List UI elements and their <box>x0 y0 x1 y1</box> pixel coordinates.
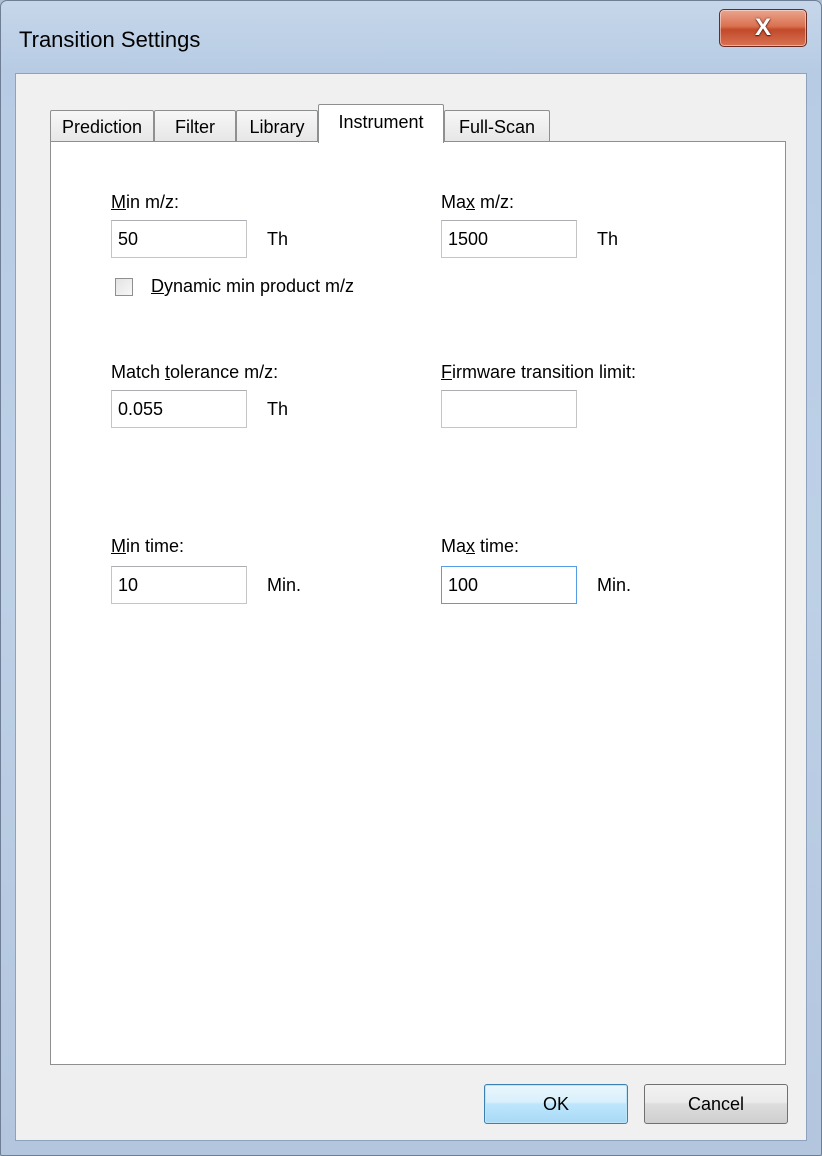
firmware-transition-limit-label: Firmware transition limit: <box>441 362 637 382</box>
dialog-client-area: Prediction Filter Library Instrument Ful… <box>15 73 807 1141</box>
dialog-window: Transition Settings X Prediction Filter … <box>0 0 822 1156</box>
dynamic-min-product-checkbox[interactable] <box>115 278 133 296</box>
close-button[interactable]: X <box>719 9 807 47</box>
max-mz-label: Max m/z: <box>441 192 515 212</box>
tab-filter[interactable]: Filter <box>154 110 236 142</box>
min-mz-unit: Th <box>267 229 289 249</box>
max-mz-input[interactable]: 1500 <box>441 220 577 258</box>
max-mz-unit: Th <box>597 229 619 249</box>
close-icon: X <box>754 14 771 41</box>
dynamic-min-product-label[interactable]: Dynamic min product m/z <box>151 276 354 297</box>
min-mz-input[interactable]: 50 <box>111 220 247 258</box>
match-tolerance-unit: Th <box>267 399 289 419</box>
firmware-transition-limit-input[interactable] <box>441 390 577 428</box>
match-tolerance-input[interactable]: 0.055 <box>111 390 247 428</box>
ok-button[interactable]: OK <box>484 1084 628 1124</box>
min-time-input[interactable]: 10 <box>111 566 247 604</box>
instrument-tab-panel: Min m/z: 50 Th Max m/z: 1500 Th Dynamic … <box>50 141 786 1065</box>
tab-library[interactable]: Library <box>236 110 318 142</box>
window-title: Transition Settings <box>19 27 201 52</box>
max-time-label: Max time: <box>441 536 520 556</box>
min-time-label: Min time: <box>111 536 185 556</box>
tab-instrument[interactable]: Instrument <box>318 104 444 143</box>
max-time-input[interactable]: 100 <box>441 566 577 604</box>
min-time-unit: Min. <box>267 575 302 595</box>
tab-prediction[interactable]: Prediction <box>50 110 154 142</box>
min-mz-label: Min m/z: <box>111 192 180 212</box>
max-time-unit: Min. <box>597 575 632 595</box>
match-tolerance-label: Match tolerance m/z: <box>111 362 279 382</box>
cancel-button[interactable]: Cancel <box>644 1084 788 1124</box>
title-bar[interactable]: Transition Settings X <box>1 1 821 73</box>
tab-full-scan[interactable]: Full-Scan <box>444 110 550 142</box>
